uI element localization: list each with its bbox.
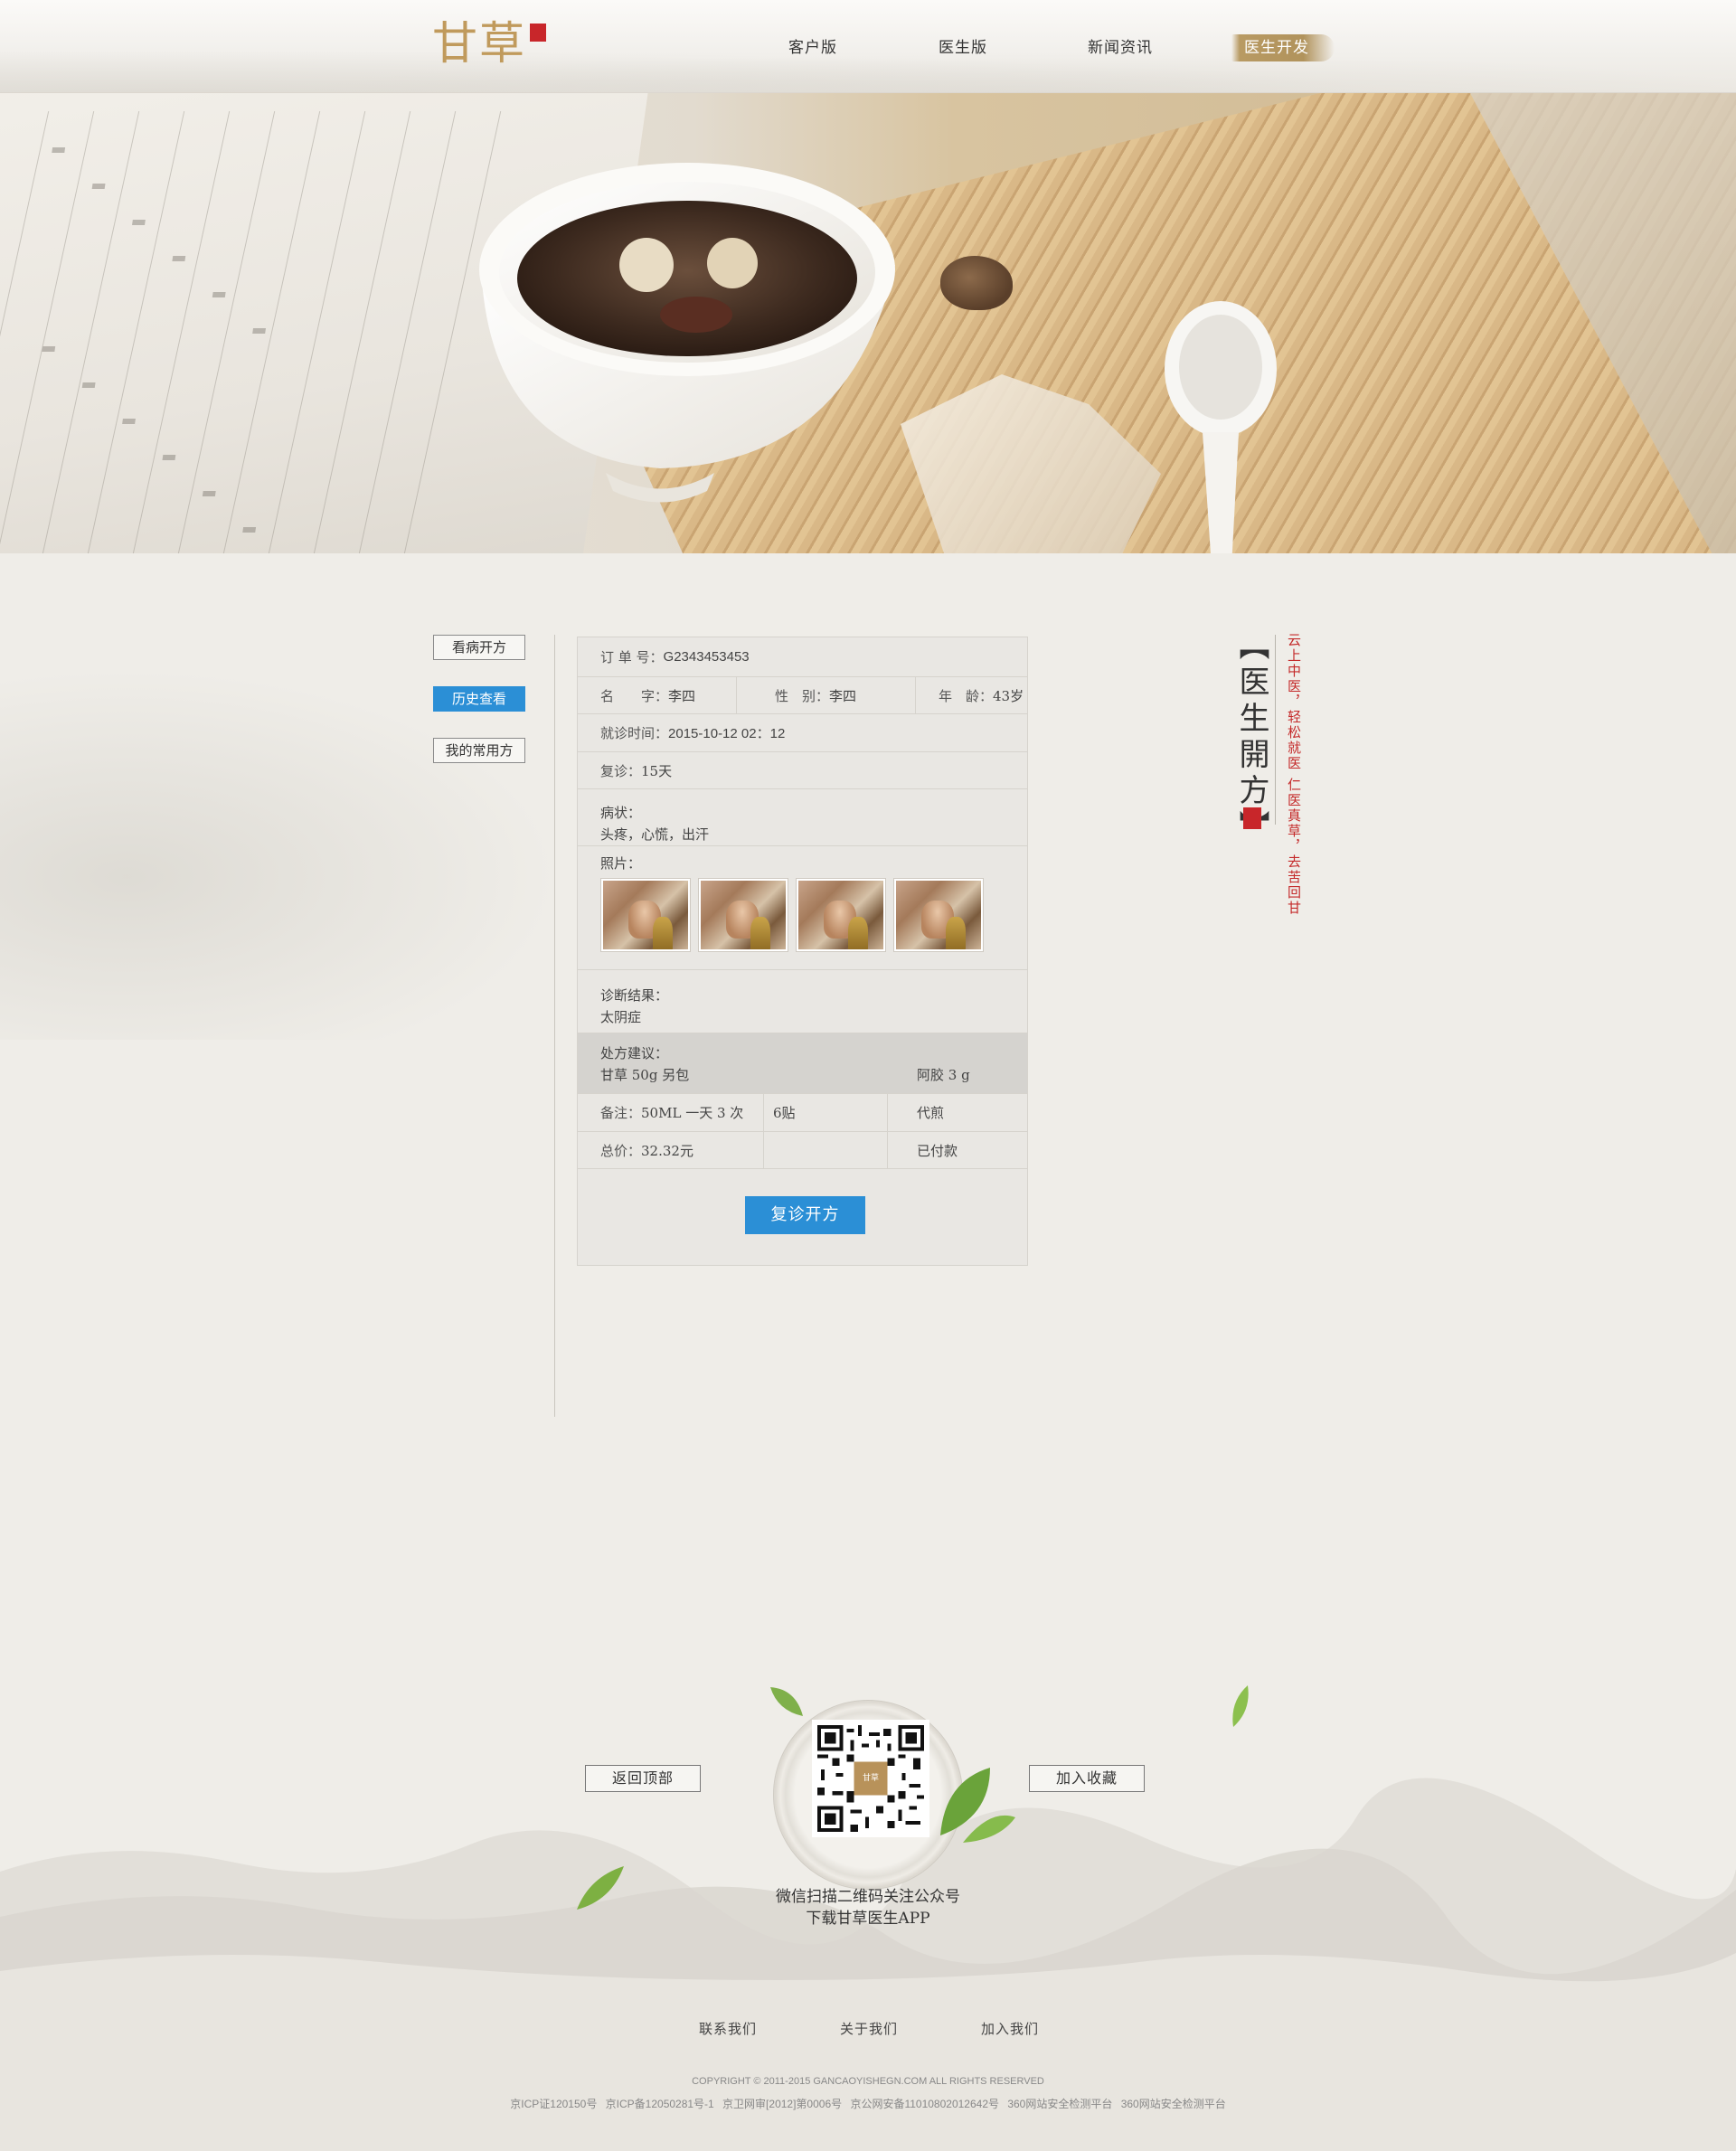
age-value: 43岁: [993, 687, 1024, 704]
note-label: 备注：: [600, 1105, 642, 1121]
order-detail-card: 订 单 号： G2343453453 名 字： 李四 性 别： 李四 年 龄： …: [577, 637, 1028, 1266]
side-slogan: 云上中医，轻松就医 仁医真草，去苦回甘: [1286, 633, 1302, 916]
leaf-icon: [770, 1687, 803, 1716]
revisit-label: 复诊：: [600, 762, 642, 779]
prescription-item: 甘草 50g 另包: [600, 1067, 690, 1083]
nav-item-news[interactable]: 新闻资讯: [1088, 34, 1153, 61]
footer-link-about[interactable]: 关于我们: [840, 2019, 898, 2038]
leaf-icon: [940, 1768, 1015, 1843]
note-row: 备注： 50ML 一天 3 次 6贴 代煎: [578, 1094, 1027, 1132]
qr-caption-follow: 微信扫描二维码关注公众号: [776, 1888, 960, 1906]
diagnosis-row: 诊断结果： 太阴症: [578, 970, 1027, 1033]
main-nav: 客户版 医生版 新闻资讯 医生开发: [0, 34, 1736, 61]
total-value: 32.32元: [641, 1142, 693, 1159]
visit-time-row: 就诊时间： 2015-10-12 02：12: [578, 714, 1027, 752]
patient-photo[interactable]: [601, 879, 690, 951]
patient-photo[interactable]: [699, 879, 788, 951]
copyright: COPYRIGHT © 2011-2015 GANCAOYISHEGN.COM …: [692, 2076, 1044, 2087]
gender-label: 性 别：: [775, 687, 830, 704]
sidebar-item-history[interactable]: 历史查看: [433, 686, 525, 712]
sidebar: 看病开方 历史查看 我的常用方: [433, 635, 527, 789]
gender-value: 李四: [829, 687, 857, 704]
nav-item-customer[interactable]: 客户版: [788, 34, 837, 61]
seal-icon: [1243, 807, 1261, 829]
revisit-row: 复诊： 15天: [578, 752, 1027, 789]
decoction-value: 代煎: [917, 1105, 945, 1121]
doses-value: 6贴: [773, 1105, 796, 1121]
revisit-prescribe-button[interactable]: 复诊开方: [745, 1196, 865, 1234]
revisit-value: 15天: [641, 762, 673, 779]
order-number-label: 订 单 号：: [600, 649, 664, 665]
photos-label: 照片：: [600, 855, 642, 872]
patient-photo[interactable]: [797, 879, 885, 951]
order-number-row: 订 单 号： G2343453453: [578, 637, 1027, 677]
spoon-illustration: [1165, 301, 1277, 553]
symptom-value: 头疼，心慌，出汗: [600, 826, 710, 843]
symptom-label: 病状：: [600, 805, 642, 821]
soup-bowl-illustration: [479, 163, 895, 503]
seed-illustration: [940, 256, 1013, 310]
age-label: 年 龄：: [939, 687, 994, 704]
sidebar-item-consult[interactable]: 看病开方: [433, 635, 525, 660]
footer-link-contact[interactable]: 联系我们: [699, 2019, 757, 2038]
content-divider: [554, 635, 555, 1417]
photo-gallery: [601, 879, 983, 951]
prescription-label: 处方建议：: [600, 1045, 669, 1061]
name-value: 李四: [668, 687, 696, 704]
diagnosis-value: 太阴症: [600, 1009, 642, 1025]
sidebar-item-common-rx[interactable]: 我的常用方: [433, 738, 525, 763]
prescription-row: 处方建议： 甘草 50g 另包 阿胶 3 g: [578, 1033, 1027, 1094]
header: 甘草 客户版 医生版 新闻资讯 医生开发: [0, 0, 1736, 93]
patient-info-row: 名 字： 李四 性 别： 李四 年 龄： 43岁: [578, 677, 1027, 714]
total-label: 总价：: [600, 1142, 642, 1159]
leaf-icon: [1232, 1685, 1249, 1727]
order-number-value: G2343453453: [663, 649, 750, 665]
ink-mountain-decoration: [0, 633, 633, 1040]
footer-links: 联系我们 关于我们 加入我们: [0, 2019, 1736, 2037]
total-row: 总价： 32.32元 已付款: [578, 1132, 1027, 1169]
qr-center-logo: 甘草: [862, 1774, 879, 1783]
add-favorite-button[interactable]: 加入收藏: [1029, 1765, 1145, 1792]
icp-info: 京ICP证120150号 京ICP备12050281号-1 京卫网审[2012]…: [510, 2098, 1226, 2110]
prescription-item: 阿胶 3 g: [917, 1067, 970, 1083]
photos-row: 照片：: [578, 846, 1027, 970]
symptom-row: 病状： 头疼，心慌，出汗: [578, 789, 1027, 846]
payment-status: 已付款: [917, 1142, 958, 1159]
visit-time-label: 就诊时间：: [600, 725, 669, 741]
patient-photo[interactable]: [894, 879, 983, 951]
note-value: 50ML 一天 3 次: [641, 1105, 744, 1121]
nav-item-doctor-dev[interactable]: 医生开发: [1231, 34, 1335, 61]
diagnosis-label: 诊断结果：: [600, 987, 669, 1004]
footer-link-join[interactable]: 加入我们: [981, 2019, 1039, 2038]
side-title-divider: [1275, 635, 1276, 825]
name-label: 名 字：: [600, 687, 669, 704]
nav-item-doctor[interactable]: 医生版: [939, 34, 987, 61]
hero-banner: [0, 93, 1736, 553]
qr-caption-download: 下载甘草医生APP: [806, 1910, 930, 1928]
visit-time-value: 2015-10-12 02：12: [668, 726, 786, 741]
back-to-top-button[interactable]: 返回顶部: [585, 1765, 701, 1792]
